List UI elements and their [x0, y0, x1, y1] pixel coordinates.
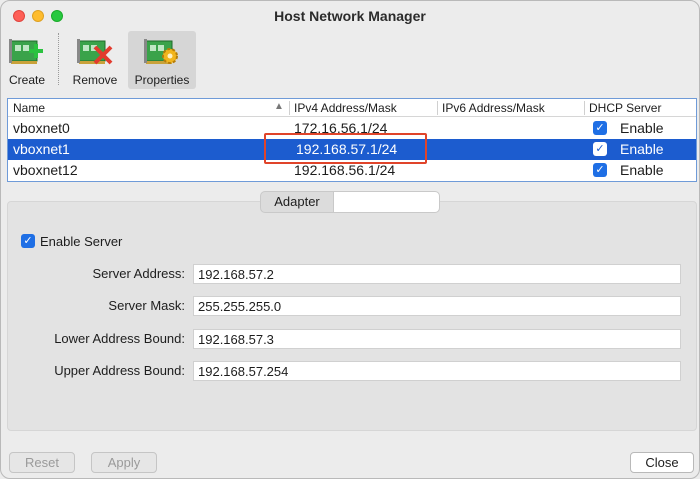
dhcp-enable-checkbox[interactable]: ✓ — [593, 142, 607, 156]
tab-dhcp-server[interactable] — [333, 191, 440, 213]
server-mask-label: Server Mask: — [108, 298, 185, 313]
server-address-label: Server Address: — [92, 266, 186, 281]
properties-button[interactable]: Properties — [128, 31, 196, 89]
dhcp-enable-checkbox[interactable]: ✓ — [593, 163, 607, 177]
checkmark-icon: ✓ — [595, 122, 605, 134]
tab-adapter[interactable]: Adapter — [260, 191, 334, 213]
apply-button[interactable]: Apply — [91, 452, 157, 473]
toolbar: Create Remove Properties — [1, 31, 699, 91]
server-mask-field[interactable] — [193, 296, 681, 316]
host-network-manager-window: Host Network Manager Create Remove Prope… — [0, 0, 700, 479]
remove-label: Remove — [72, 73, 118, 87]
create-button[interactable]: Create — [5, 31, 49, 89]
remove-button[interactable]: Remove — [69, 31, 121, 89]
column-header-ipv4[interactable]: IPv4 Address/Mask — [294, 101, 397, 115]
column-header-ipv6[interactable]: IPv6 Address/Mask — [442, 101, 545, 115]
column-divider[interactable] — [584, 101, 585, 115]
reset-button[interactable]: Reset — [9, 452, 75, 473]
column-header-name[interactable]: Name — [13, 101, 45, 115]
checkmark-icon: ✓ — [595, 164, 605, 176]
column-header-dhcp[interactable]: DHCP Server — [589, 101, 661, 115]
annotation-highlight-box — [264, 133, 427, 164]
network-card-remove-icon — [77, 39, 113, 65]
column-divider[interactable] — [289, 101, 290, 115]
network-card-create-icon — [9, 39, 43, 64]
column-divider[interactable] — [437, 101, 438, 115]
row-name: vboxnet1 — [13, 141, 70, 157]
sort-ascending-icon: ▲ — [274, 101, 284, 112]
dhcp-enable-checkbox[interactable]: ✓ — [593, 121, 607, 135]
lower-bound-label: Lower Address Bound: — [54, 331, 185, 346]
create-label: Create — [8, 73, 46, 87]
table-header: Name ▲ IPv4 Address/Mask IPv6 Address/Ma… — [8, 99, 696, 117]
enable-server-label: Enable Server — [40, 234, 123, 249]
upper-bound-field[interactable] — [193, 361, 681, 381]
row-name: vboxnet0 — [13, 120, 70, 136]
checkmark-icon: ✓ — [23, 235, 33, 247]
properties-label: Properties — [134, 73, 190, 87]
enable-server-checkbox[interactable]: ✓ — [21, 234, 35, 248]
row-name: vboxnet12 — [13, 162, 78, 178]
lower-bound-field[interactable] — [193, 329, 681, 349]
upper-bound-label: Upper Address Bound: — [54, 363, 185, 378]
titlebar: Host Network Manager — [1, 1, 699, 31]
row-ipv4: 192.168.56.1/24 — [294, 162, 396, 178]
close-button[interactable]: Close — [630, 452, 694, 473]
network-card-properties-icon — [144, 39, 178, 64]
row-dhcp: Enable — [620, 141, 664, 157]
row-dhcp: Enable — [620, 120, 664, 136]
properties-tabs: Adapter — [260, 191, 440, 213]
checkmark-icon: ✓ — [595, 143, 605, 155]
toolbar-separator — [58, 33, 59, 85]
window-title: Host Network Manager — [274, 8, 426, 24]
server-address-field[interactable] — [193, 264, 681, 284]
row-dhcp: Enable — [620, 162, 664, 178]
